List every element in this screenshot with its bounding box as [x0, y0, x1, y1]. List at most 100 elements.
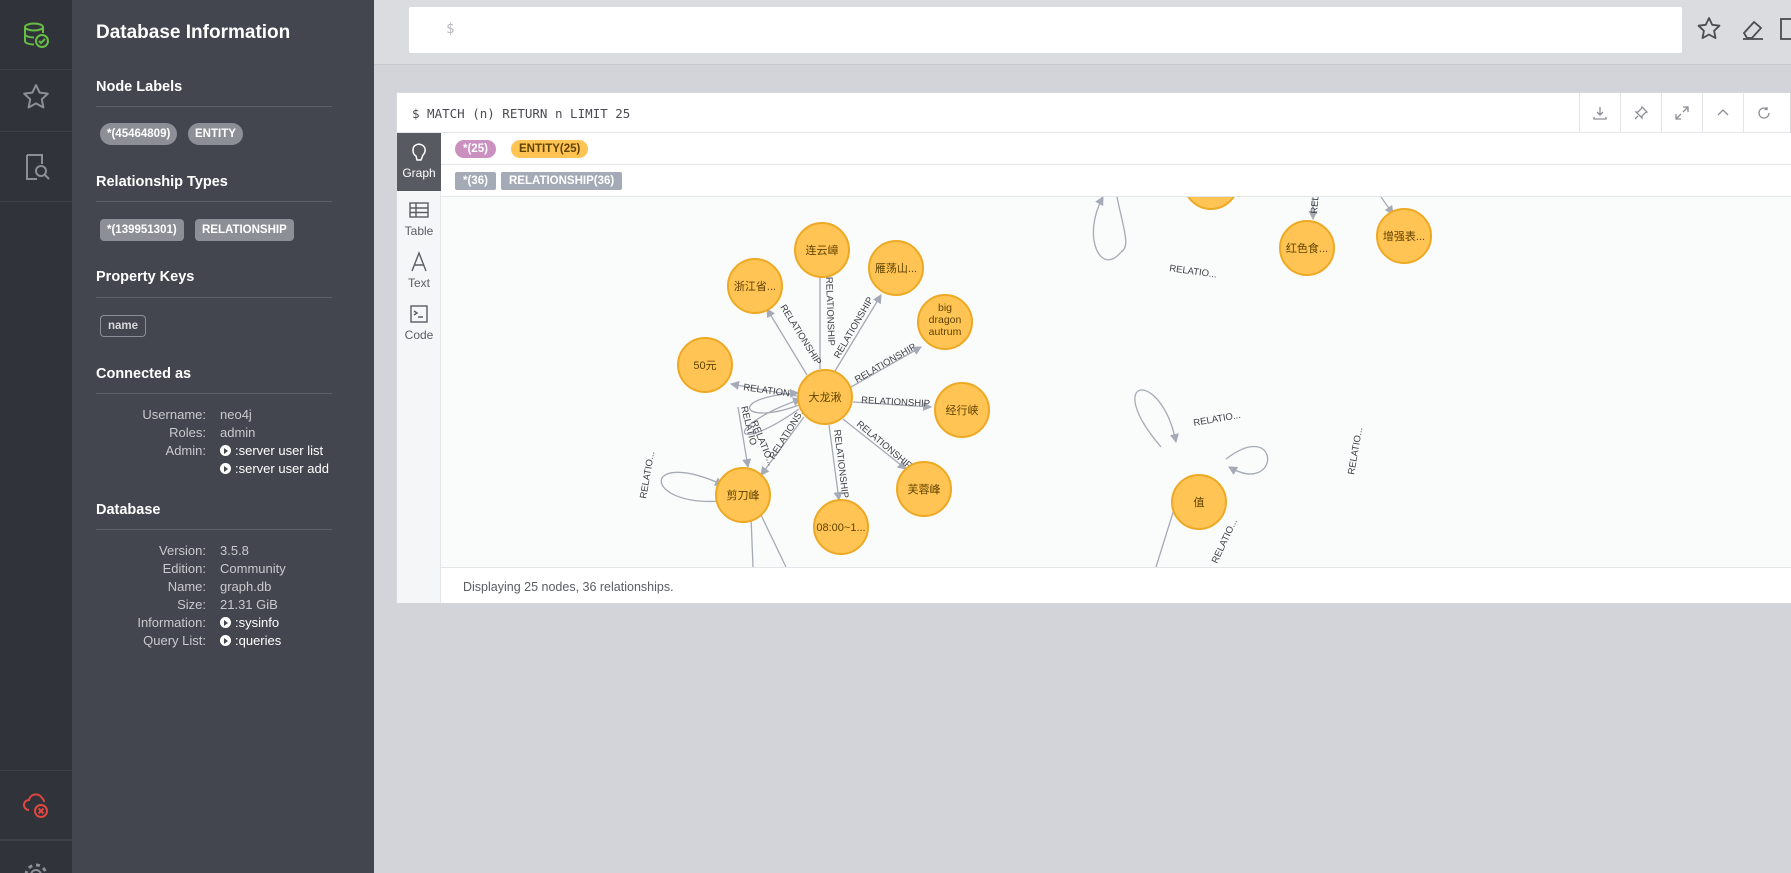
relationship-type-chip[interactable]: *(139951301)	[100, 219, 184, 241]
frame-view-tabs: Graph Table Text Code	[397, 133, 441, 603]
code-icon	[410, 305, 428, 323]
divider	[96, 529, 332, 530]
relationship[interactable]	[760, 514, 787, 567]
legend-all-nodes[interactable]: *(25)	[455, 140, 496, 158]
node-label: big	[938, 302, 952, 314]
star-icon[interactable]	[0, 62, 72, 132]
query-editor-input[interactable]: $	[409, 7, 1682, 53]
frame-query[interactable]: $ MATCH (n) RETURN n LIMIT 25	[412, 106, 630, 121]
relationship-label: RELATIO...	[1169, 263, 1218, 281]
node-label-chip[interactable]: *(45464809)	[100, 123, 178, 145]
node-label: 芙蓉峰	[908, 482, 941, 496]
node-label: 大龙湫	[809, 390, 842, 404]
property-keys-heading: Property Keys	[96, 269, 195, 285]
eraser-icon[interactable]	[1740, 16, 1766, 42]
relationship-label: RELATIONSHIP	[854, 419, 914, 472]
gear-icon[interactable]	[0, 840, 72, 873]
frame-header: $ MATCH (n) RETURN n LIMIT 25	[397, 93, 1790, 133]
play-icon	[220, 635, 231, 646]
nodes: 大龙湫 连云嶂 雁荡山... 浙江省... big dragon autrum …	[677, 197, 1432, 555]
node-label: 经行峡	[946, 403, 979, 417]
favorite-star-icon[interactable]	[1696, 16, 1722, 42]
documents-search-icon[interactable]	[0, 132, 72, 202]
collapse-icon[interactable]	[1702, 93, 1743, 133]
admin-row-2: :server user add	[96, 461, 356, 479]
database-icon[interactable]	[0, 0, 72, 70]
relationship[interactable]	[750, 516, 754, 567]
size-row: Size: 21.31 GiB	[177, 597, 278, 612]
node-label: 50元	[693, 360, 716, 372]
relationship[interactable]	[1092, 197, 1122, 261]
editor-prompt: $	[446, 21, 455, 37]
tab-text[interactable]: Text	[397, 243, 441, 301]
graph-visualization[interactable]: RELATIONSHIP RELATIONSHIP RELATIONSHIP R…	[441, 197, 1791, 567]
tab-table[interactable]: Table	[397, 191, 441, 249]
relationship-type-chip[interactable]: RELATIONSHIP	[195, 219, 294, 241]
table-icon	[409, 202, 429, 218]
roles-row: Roles: admin	[169, 425, 256, 440]
tab-graph[interactable]: Graph	[397, 133, 441, 191]
relationship-label: RELATIO...	[638, 450, 657, 499]
play-icon	[220, 617, 231, 628]
node-label-chip[interactable]: ENTITY	[188, 123, 243, 145]
play-icon	[220, 445, 231, 456]
sysinfo-link[interactable]: :sysinfo	[220, 615, 279, 630]
result-frame: $ MATCH (n) RETURN n LIMIT 25 Graph Tabl…	[396, 92, 1791, 603]
database-information-drawer: Database Information Node Labels *(45464…	[72, 0, 374, 873]
cloud-disconnected-icon[interactable]	[0, 770, 72, 840]
node-label: dragon	[929, 314, 962, 326]
divider	[96, 393, 332, 394]
relationship-types-heading: Relationship Types	[96, 174, 228, 190]
divider	[96, 297, 332, 298]
graph-canvas[interactable]: RELATIONSHIP RELATIONSHIP RELATIONSHIP R…	[441, 197, 1791, 567]
relationship[interactable]	[660, 471, 725, 503]
play-icon	[220, 463, 231, 474]
node-label: 08:00~1...	[816, 522, 865, 534]
relationship[interactable]	[1116, 197, 1127, 253]
node-label: 增强表...	[1383, 229, 1425, 243]
run-icon[interactable]	[1779, 16, 1791, 42]
tab-code[interactable]: Code	[397, 295, 441, 353]
node-label: 连云嶂	[806, 243, 839, 257]
divider	[96, 106, 332, 107]
text-icon	[411, 251, 427, 272]
pin-icon[interactable]	[1620, 93, 1661, 133]
rerun-icon[interactable]	[1743, 93, 1784, 133]
relationship-label: RELATIONSHIP	[861, 395, 930, 410]
status-text: Displaying 25 nodes, 36 relationships.	[463, 580, 674, 594]
relationship-label: RELATIO...	[1346, 426, 1365, 475]
username-row: Username: neo4j	[142, 407, 252, 422]
node-label: 浙江省...	[734, 280, 776, 293]
node-label: 红色食...	[1286, 241, 1328, 255]
property-key-chip[interactable]: name	[100, 315, 147, 337]
node-labels-heading: Node Labels	[96, 79, 183, 95]
node-label: 剪刀峰	[727, 488, 760, 502]
legend-relationship[interactable]: RELATIONSHIP(36)	[501, 172, 623, 190]
node-label: 雁荡山...	[875, 262, 917, 275]
relationship[interactable]	[1134, 389, 1179, 448]
node-label: 值	[1194, 496, 1205, 509]
legend-all-relationships[interactable]: *(36)	[455, 172, 496, 190]
server-user-add-link[interactable]: :server user add	[220, 461, 329, 476]
query-list-row: Query List::queries	[143, 633, 282, 648]
connected-as-heading: Connected as	[96, 366, 192, 382]
graph-icon	[412, 143, 426, 161]
node-label: autrum	[929, 326, 962, 338]
information-row: Information::sysinfo	[137, 615, 280, 630]
queries-link[interactable]: :queries	[220, 633, 281, 648]
relationship[interactable]	[1225, 445, 1269, 475]
graph-node[interactable]	[1184, 197, 1238, 210]
name-row: Name: graph.db	[167, 579, 272, 594]
version-row: Version: 3.5.8	[159, 543, 249, 558]
relationship-legend: *(36) RELATIONSHIP(36)	[441, 165, 1791, 197]
database-heading: Database	[96, 502, 161, 518]
download-icon[interactable]	[1579, 93, 1620, 133]
server-user-list-link[interactable]: :server user list	[220, 443, 323, 458]
relationship-label: RELATIONSHIP	[777, 303, 823, 367]
frame-status-bar: Displaying 25 nodes, 36 relationships.	[441, 567, 1791, 603]
legend-entity[interactable]: ENTITY(25)	[511, 140, 589, 158]
relationship-label: RELATIONSHIP	[832, 295, 876, 360]
relationship-label: REL	[1309, 197, 1322, 214]
drawer-title: Database Information	[96, 22, 291, 43]
fullscreen-icon[interactable]	[1661, 93, 1702, 133]
